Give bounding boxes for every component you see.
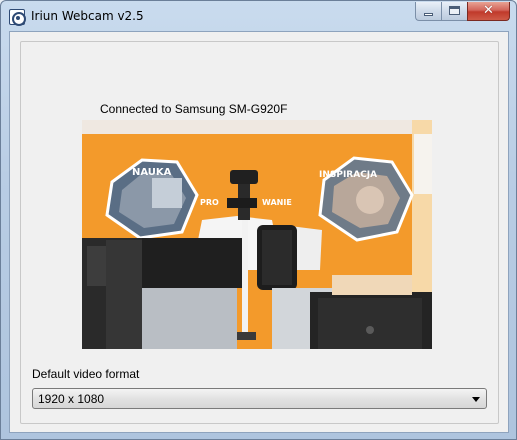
- poster-text-right: INSPIRACJA: [319, 170, 377, 180]
- minimize-icon: [424, 13, 433, 16]
- client-area: Connected to Samsung SM-G920F NAUKA INSP…: [9, 31, 509, 433]
- poster-text-middle: PRO: [200, 198, 219, 207]
- poster-text-left: NAUKA: [132, 167, 172, 178]
- caption-buttons: ✕: [415, 2, 510, 22]
- camera-feed-image: NAUKA INSPIRACJA PRO WANIE: [82, 120, 432, 349]
- video-format-label: Default video format: [32, 367, 140, 381]
- maximize-button[interactable]: [441, 2, 467, 21]
- window-title: Iriun Webcam v2.5: [31, 9, 144, 23]
- maximize-icon: [449, 6, 460, 15]
- video-format-select[interactable]: 1920 x 1080: [32, 388, 487, 409]
- close-button[interactable]: ✕: [467, 2, 510, 21]
- video-format-value: 1920 x 1080: [38, 392, 105, 406]
- app-window: Iriun Webcam v2.5 ✕ Connected to Samsung…: [0, 0, 517, 440]
- webcam-app-icon[interactable]: [9, 9, 26, 26]
- camera-preview: NAUKA INSPIRACJA PRO WANIE: [82, 120, 432, 349]
- poster-text-middle2: WANIE: [262, 198, 292, 207]
- title-bar[interactable]: Iriun Webcam v2.5 ✕: [1, 1, 516, 31]
- chevron-down-icon[interactable]: [472, 397, 480, 402]
- close-icon: ✕: [483, 3, 494, 18]
- connection-status: Connected to Samsung SM-G920F: [100, 102, 288, 116]
- minimize-button[interactable]: [415, 2, 441, 21]
